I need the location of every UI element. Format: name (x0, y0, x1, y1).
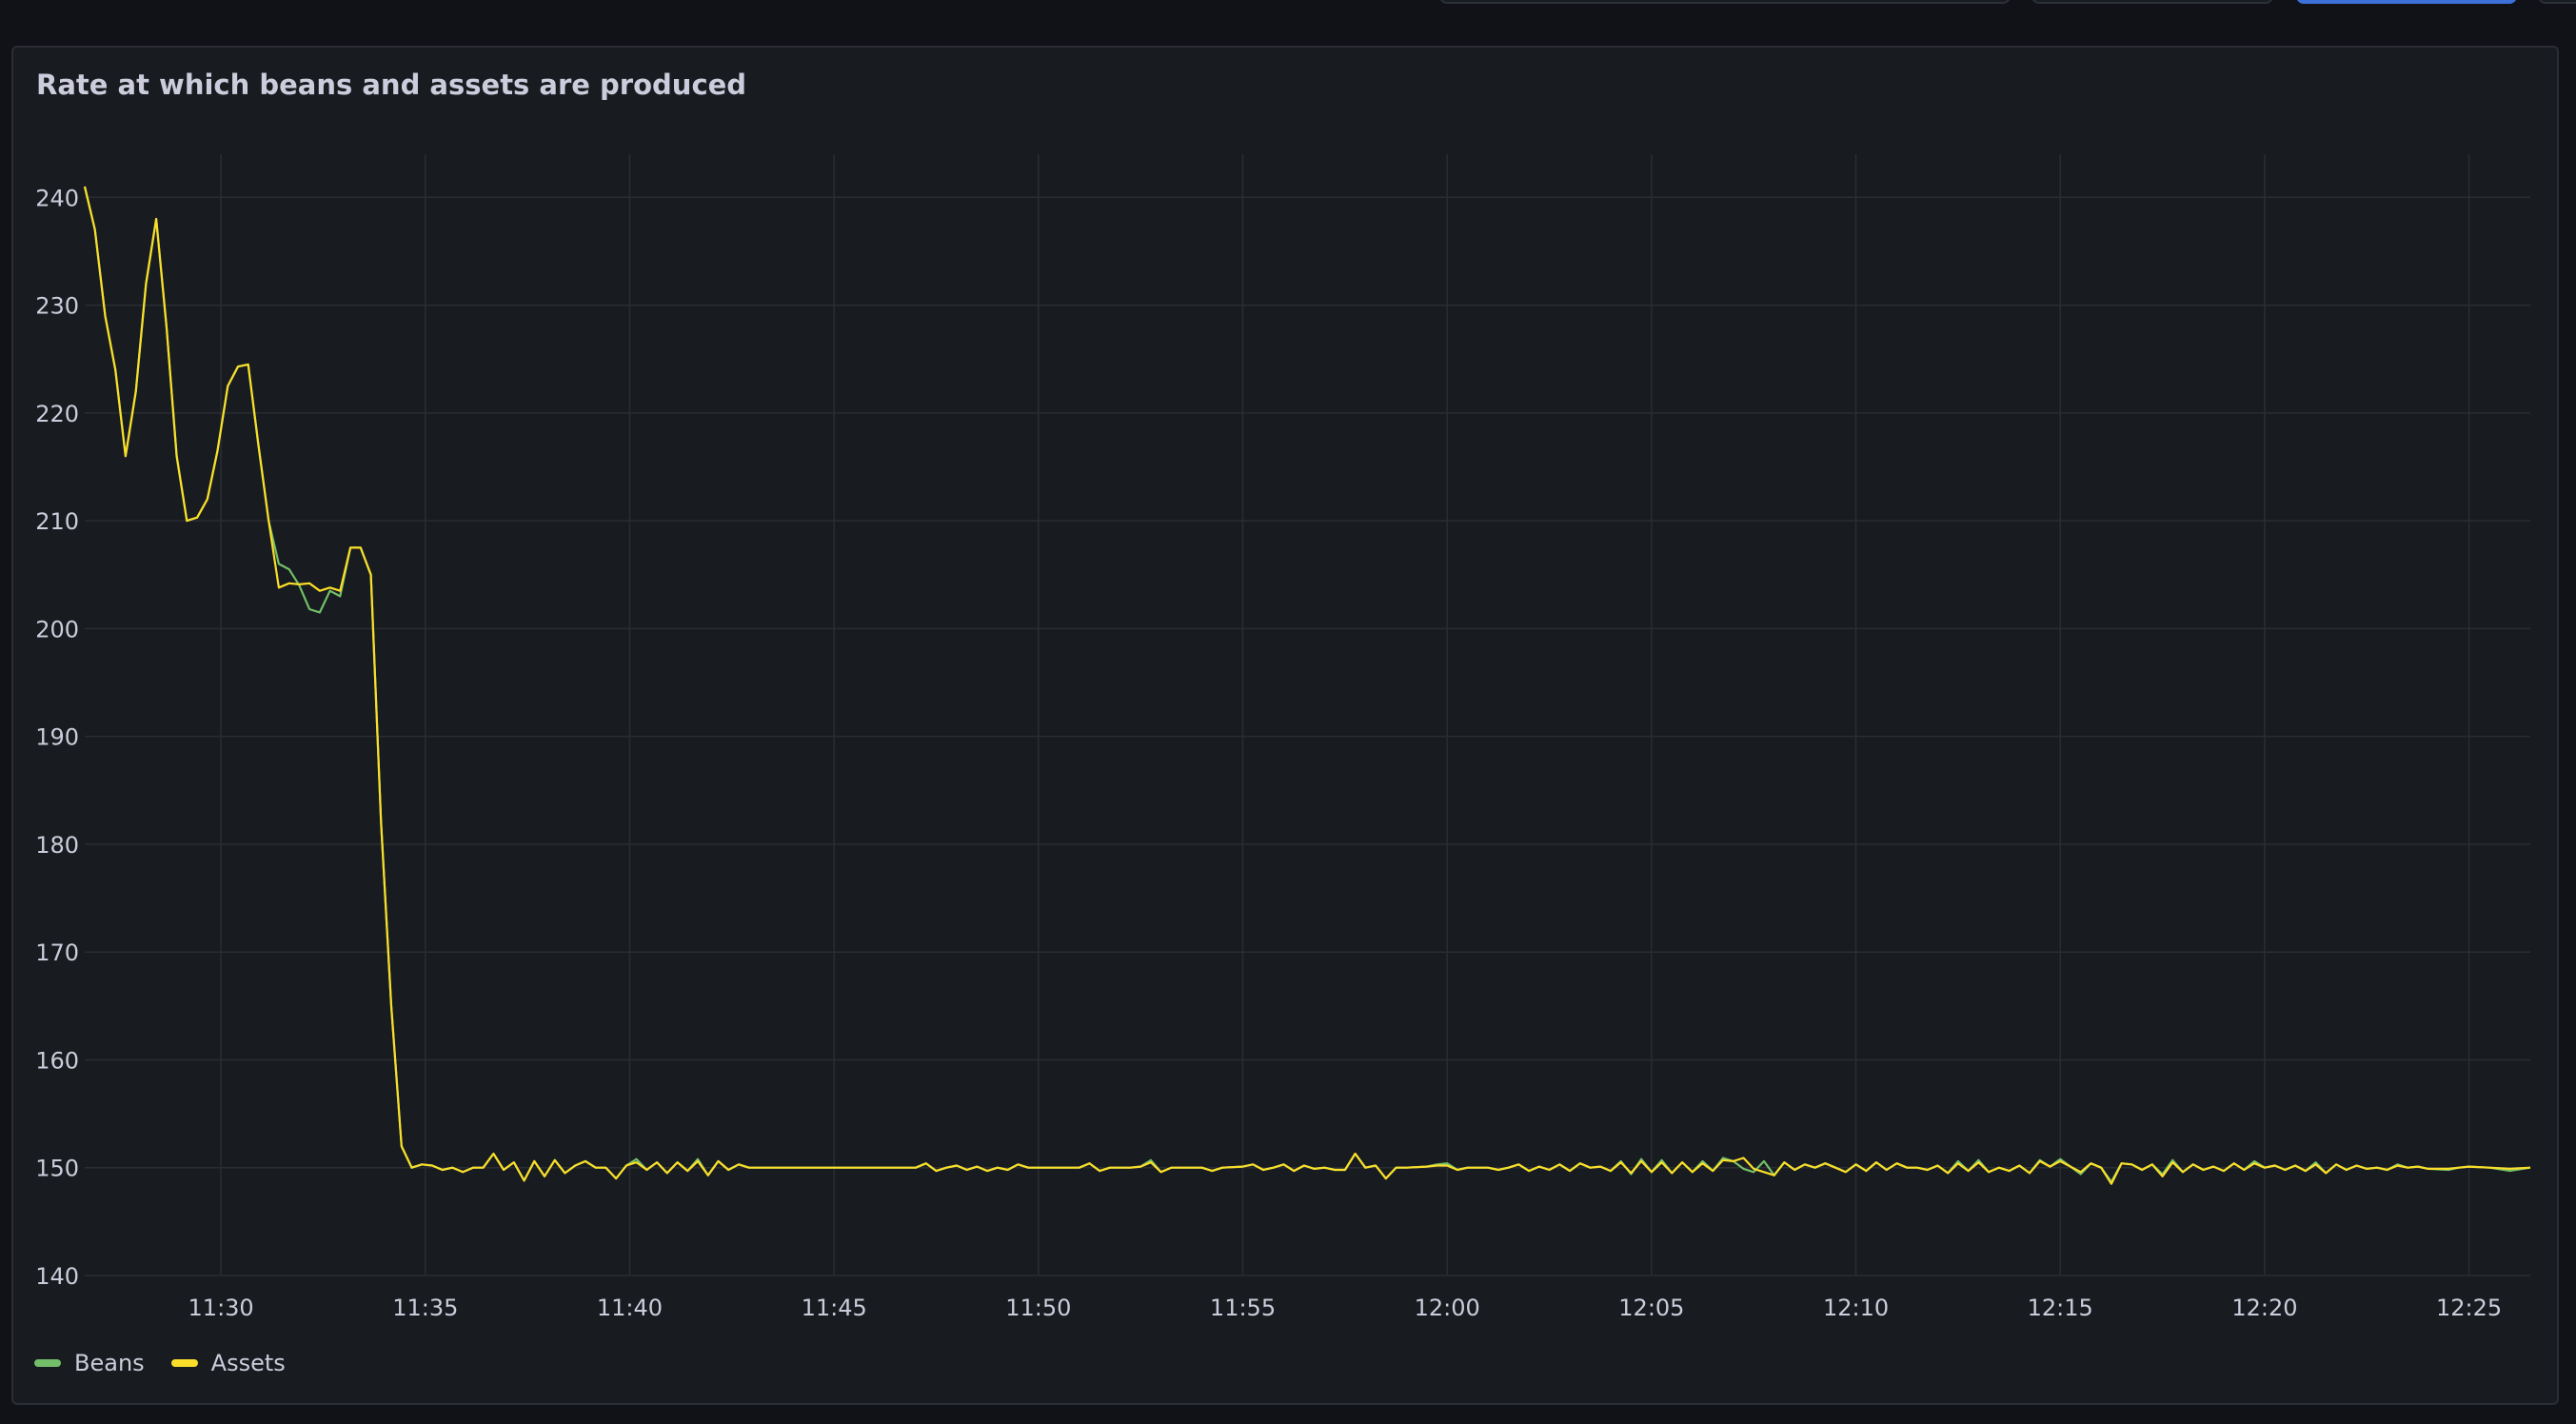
time-range-picker[interactable] (1439, 0, 2011, 4)
x-tick-label: 11:55 (1210, 1295, 1276, 1321)
x-tick-label: 12:25 (2436, 1295, 2502, 1321)
y-tick-label: 150 (35, 1156, 79, 1182)
toolbar-button-overflow[interactable] (2538, 0, 2576, 4)
y-tick-label: 170 (35, 939, 79, 966)
x-tick-label: 12:20 (2231, 1295, 2297, 1321)
legend-label-assets: Assets (210, 1350, 286, 1376)
x-tick-label: 11:30 (188, 1295, 254, 1321)
y-tick-label: 200 (35, 616, 79, 643)
x-tick-label: 11:35 (392, 1295, 458, 1321)
legend: Beans Assets (34, 1350, 286, 1376)
legend-label-beans: Beans (74, 1350, 145, 1376)
series-line-assets[interactable] (83, 186, 2531, 1185)
x-tick-label: 12:15 (2028, 1295, 2093, 1321)
x-tick-label: 11:45 (802, 1295, 867, 1321)
y-tick-label: 220 (35, 401, 79, 427)
primary-action-button[interactable] (2296, 0, 2517, 4)
legend-item-assets[interactable]: Assets (170, 1350, 286, 1376)
top-toolbar (0, 0, 2576, 46)
toolbar-button[interactable] (2031, 0, 2273, 4)
y-tick-label: 140 (35, 1263, 79, 1290)
y-tick-label: 210 (35, 508, 79, 535)
x-tick-label: 11:50 (1005, 1295, 1071, 1321)
legend-swatch-assets (170, 1359, 198, 1367)
y-tick-label: 240 (35, 185, 79, 211)
x-tick-label: 12:05 (1618, 1295, 1684, 1321)
y-tick-label: 160 (35, 1047, 79, 1074)
y-tick-label: 180 (35, 832, 79, 859)
chart-panel: Rate at which beans and assets are produ… (11, 46, 2559, 1405)
line-chart[interactable]: 140 150 160 170 180 190 200 210 220 230 240 11:30 11… (13, 48, 2561, 1407)
legend-swatch-beans (34, 1359, 61, 1367)
legend-item-beans[interactable]: Beans (34, 1350, 145, 1376)
series-line-beans[interactable] (83, 186, 2531, 1183)
y-tick-label: 230 (35, 293, 79, 320)
y-tick-label: 190 (35, 724, 79, 751)
x-tick-label: 12:10 (1823, 1295, 1889, 1321)
x-tick-label: 12:00 (1415, 1295, 1480, 1321)
x-tick-label: 11:40 (597, 1295, 663, 1321)
